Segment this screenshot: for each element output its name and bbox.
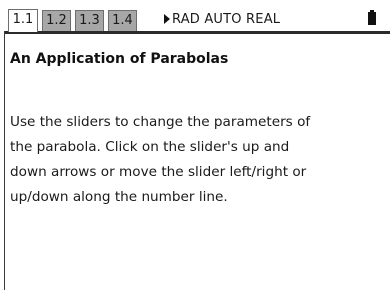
tab-page-1-1[interactable]: 1.1 bbox=[8, 9, 38, 32]
status-mode-text: RAD AUTO REAL bbox=[172, 12, 281, 27]
body-line: down arrows or move the slider left/righ… bbox=[10, 164, 307, 180]
page-left-border bbox=[4, 31, 5, 290]
battery-icon bbox=[367, 10, 376, 26]
header-divider bbox=[4, 31, 390, 34]
body-line: the parabola. Click on the slider's up a… bbox=[10, 139, 290, 155]
tab-page-1-3[interactable]: 1.3 bbox=[75, 10, 104, 31]
document-title: An Application of Parabolas bbox=[10, 51, 229, 67]
body-line: up/down along the number line. bbox=[10, 189, 228, 205]
document-body-text: Use the sliders to change the parameters… bbox=[10, 110, 385, 210]
body-line: Use the sliders to change the parameters… bbox=[10, 114, 311, 130]
tab-page-1-2[interactable]: 1.2 bbox=[42, 10, 71, 31]
calculator-document-window: 1.1 1.2 1.3 1.4 RAD AUTO REAL An Applica… bbox=[0, 0, 390, 290]
tab-page-1-4[interactable]: 1.4 bbox=[108, 10, 137, 31]
right-triangle-icon bbox=[164, 14, 170, 24]
